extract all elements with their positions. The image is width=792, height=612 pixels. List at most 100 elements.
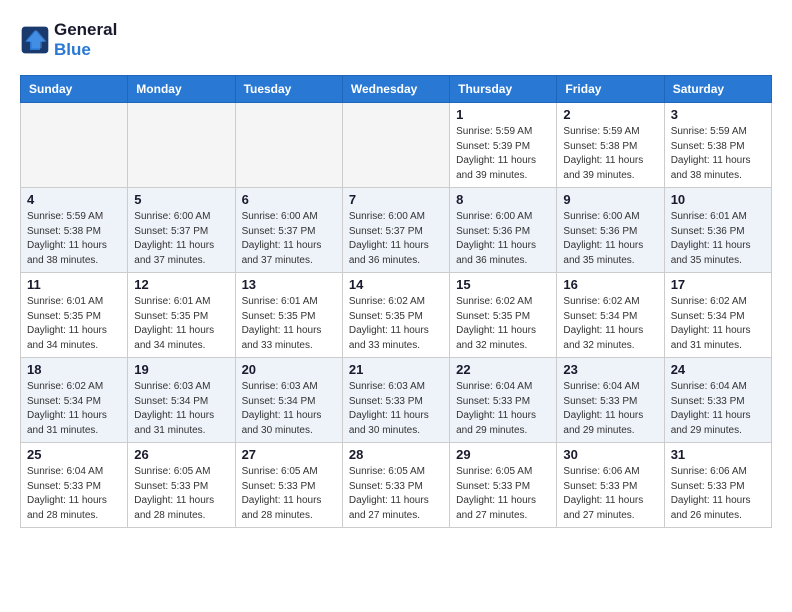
day-number: 11 <box>27 277 121 292</box>
day-info: Sunrise: 5:59 AM Sunset: 5:39 PM Dayligh… <box>456 125 550 183</box>
day-info: Sunrise: 6:05 AM Sunset: 5:33 PM Dayligh… <box>134 465 228 523</box>
calendar-cell: 23 Sunrise: 6:04 AM Sunset: 5:33 PM Dayli… <box>557 358 664 443</box>
day-number: 14 <box>349 277 443 292</box>
calendar-cell: 14 Sunrise: 6:02 AM Sunset: 5:35 PM Dayli… <box>342 273 449 358</box>
day-info: Sunrise: 6:04 AM Sunset: 5:33 PM Dayligh… <box>456 380 550 438</box>
day-number: 13 <box>242 277 336 292</box>
day-info: Sunrise: 6:05 AM Sunset: 5:33 PM Dayligh… <box>242 465 336 523</box>
day-number: 1 <box>456 107 550 122</box>
day-info: Sunrise: 6:04 AM Sunset: 5:33 PM Dayligh… <box>27 465 121 523</box>
day-number: 7 <box>349 192 443 207</box>
weekday-header-friday: Friday <box>557 76 664 103</box>
calendar-cell: 16Sunrise: 6:02 AM Sunset: 5:34 PM Dayli… <box>557 273 664 358</box>
calendar-cell: 12 Sunrise: 6:01 AM Sunset: 5:35 PM Dayli… <box>128 273 235 358</box>
day-number: 3 <box>671 107 765 122</box>
weekday-header-sunday: Sunday <box>21 76 128 103</box>
day-info: Sunrise: 6:01 AM Sunset: 5:35 PM Dayligh… <box>27 295 121 353</box>
day-number: 31 <box>671 447 765 462</box>
day-info: Sunrise: 6:00 AM Sunset: 5:37 PM Dayligh… <box>349 210 443 268</box>
calendar-cell: 13 Sunrise: 6:01 AM Sunset: 5:35 PM Dayli… <box>235 273 342 358</box>
calendar-row-5: 25Sunrise: 6:04 AM Sunset: 5:33 PM Dayli… <box>21 443 772 528</box>
day-info: Sunrise: 6:01 AM Sunset: 5:35 PM Dayligh… <box>242 295 336 353</box>
weekday-header-wednesday: Wednesday <box>342 76 449 103</box>
calendar-row-2: 4Sunrise: 5:59 AM Sunset: 5:38 PM Daylig… <box>21 188 772 273</box>
day-info: Sunrise: 5:59 AM Sunset: 5:38 PM Dayligh… <box>671 125 765 183</box>
day-number: 21 <box>349 362 443 377</box>
day-number: 10 <box>671 192 765 207</box>
calendar-cell: 29 Sunrise: 6:05 AM Sunset: 5:33 PM Dayli… <box>450 443 557 528</box>
calendar-cell: 9Sunrise: 6:00 AM Sunset: 5:36 PM Daylig… <box>557 188 664 273</box>
calendar-cell: 18Sunrise: 6:02 AM Sunset: 5:34 PM Dayli… <box>21 358 128 443</box>
calendar-cell: 26 Sunrise: 6:05 AM Sunset: 5:33 PM Dayli… <box>128 443 235 528</box>
day-number: 5 <box>134 192 228 207</box>
day-info: Sunrise: 6:05 AM Sunset: 5:33 PM Dayligh… <box>456 465 550 523</box>
calendar-cell: 7 Sunrise: 6:00 AM Sunset: 5:37 PM Daylig… <box>342 188 449 273</box>
weekday-header-saturday: Saturday <box>664 76 771 103</box>
calendar-cell: 31 Sunrise: 6:06 AM Sunset: 5:33 PM Dayli… <box>664 443 771 528</box>
day-number: 22 <box>456 362 550 377</box>
calendar-cell: 24 Sunrise: 6:04 AM Sunset: 5:33 PM Dayli… <box>664 358 771 443</box>
day-number: 24 <box>671 362 765 377</box>
calendar-row-4: 18Sunrise: 6:02 AM Sunset: 5:34 PM Dayli… <box>21 358 772 443</box>
day-info: Sunrise: 6:03 AM Sunset: 5:34 PM Dayligh… <box>134 380 228 438</box>
calendar-cell: 20 Sunrise: 6:03 AM Sunset: 5:34 PM Dayli… <box>235 358 342 443</box>
calendar-cell: 10Sunrise: 6:01 AM Sunset: 5:36 PM Dayli… <box>664 188 771 273</box>
day-number: 2 <box>563 107 657 122</box>
day-info: Sunrise: 6:00 AM Sunset: 5:36 PM Dayligh… <box>456 210 550 268</box>
weekday-header-row: SundayMondayTuesdayWednesdayThursdayFrid… <box>21 76 772 103</box>
day-info: Sunrise: 6:01 AM Sunset: 5:35 PM Dayligh… <box>134 295 228 353</box>
day-number: 12 <box>134 277 228 292</box>
weekday-header-monday: Monday <box>128 76 235 103</box>
calendar-cell: 4Sunrise: 5:59 AM Sunset: 5:38 PM Daylig… <box>21 188 128 273</box>
calendar-cell: 21 Sunrise: 6:03 AM Sunset: 5:33 PM Dayli… <box>342 358 449 443</box>
calendar-cell <box>128 103 235 188</box>
day-number: 23 <box>563 362 657 377</box>
day-info: Sunrise: 6:06 AM Sunset: 5:33 PM Dayligh… <box>671 465 765 523</box>
day-number: 20 <box>242 362 336 377</box>
day-info: Sunrise: 6:00 AM Sunset: 5:37 PM Dayligh… <box>134 210 228 268</box>
calendar-cell <box>235 103 342 188</box>
calendar-cell <box>21 103 128 188</box>
calendar-cell: 30 Sunrise: 6:06 AM Sunset: 5:33 PM Dayli… <box>557 443 664 528</box>
calendar-cell: 3 Sunrise: 5:59 AM Sunset: 5:38 PM Daylig… <box>664 103 771 188</box>
calendar-cell: 28 Sunrise: 6:05 AM Sunset: 5:33 PM Dayli… <box>342 443 449 528</box>
calendar-cell: 22 Sunrise: 6:04 AM Sunset: 5:33 PM Dayli… <box>450 358 557 443</box>
day-info: Sunrise: 6:00 AM Sunset: 5:36 PM Dayligh… <box>563 210 657 268</box>
calendar-cell: 6Sunrise: 6:00 AM Sunset: 5:37 PM Daylig… <box>235 188 342 273</box>
day-info: Sunrise: 6:02 AM Sunset: 5:34 PM Dayligh… <box>563 295 657 353</box>
day-number: 28 <box>349 447 443 462</box>
day-info: Sunrise: 6:06 AM Sunset: 5:33 PM Dayligh… <box>563 465 657 523</box>
day-info: Sunrise: 6:03 AM Sunset: 5:34 PM Dayligh… <box>242 380 336 438</box>
day-number: 8 <box>456 192 550 207</box>
day-info: Sunrise: 6:05 AM Sunset: 5:33 PM Dayligh… <box>349 465 443 523</box>
day-number: 4 <box>27 192 121 207</box>
calendar-cell: 19 Sunrise: 6:03 AM Sunset: 5:34 PM Dayli… <box>128 358 235 443</box>
day-number: 19 <box>134 362 228 377</box>
calendar-table: SundayMondayTuesdayWednesdayThursdayFrid… <box>20 75 772 528</box>
day-info: Sunrise: 6:02 AM Sunset: 5:35 PM Dayligh… <box>456 295 550 353</box>
logo-text: General Blue <box>54 20 117 59</box>
day-number: 30 <box>563 447 657 462</box>
day-info: Sunrise: 6:03 AM Sunset: 5:33 PM Dayligh… <box>349 380 443 438</box>
logo-icon <box>20 25 50 55</box>
calendar-cell: 17Sunrise: 6:02 AM Sunset: 5:34 PM Dayli… <box>664 273 771 358</box>
day-number: 15 <box>456 277 550 292</box>
logo: General Blue <box>20 20 117 59</box>
calendar-cell: 5 Sunrise: 6:00 AM Sunset: 5:37 PM Daylig… <box>128 188 235 273</box>
day-number: 17 <box>671 277 765 292</box>
day-info: Sunrise: 6:00 AM Sunset: 5:37 PM Dayligh… <box>242 210 336 268</box>
day-info: Sunrise: 6:04 AM Sunset: 5:33 PM Dayligh… <box>563 380 657 438</box>
weekday-header-thursday: Thursday <box>450 76 557 103</box>
day-info: Sunrise: 6:02 AM Sunset: 5:35 PM Dayligh… <box>349 295 443 353</box>
day-info: Sunrise: 5:59 AM Sunset: 5:38 PM Dayligh… <box>563 125 657 183</box>
calendar-cell <box>342 103 449 188</box>
calendar-cell: 8 Sunrise: 6:00 AM Sunset: 5:36 PM Daylig… <box>450 188 557 273</box>
day-number: 26 <box>134 447 228 462</box>
day-info: Sunrise: 6:04 AM Sunset: 5:33 PM Dayligh… <box>671 380 765 438</box>
calendar-row-3: 11 Sunrise: 6:01 AM Sunset: 5:35 PM Dayli… <box>21 273 772 358</box>
calendar-cell: 25Sunrise: 6:04 AM Sunset: 5:33 PM Dayli… <box>21 443 128 528</box>
weekday-header-tuesday: Tuesday <box>235 76 342 103</box>
calendar-cell: 11 Sunrise: 6:01 AM Sunset: 5:35 PM Dayli… <box>21 273 128 358</box>
calendar-cell: 27Sunrise: 6:05 AM Sunset: 5:33 PM Dayli… <box>235 443 342 528</box>
day-number: 29 <box>456 447 550 462</box>
